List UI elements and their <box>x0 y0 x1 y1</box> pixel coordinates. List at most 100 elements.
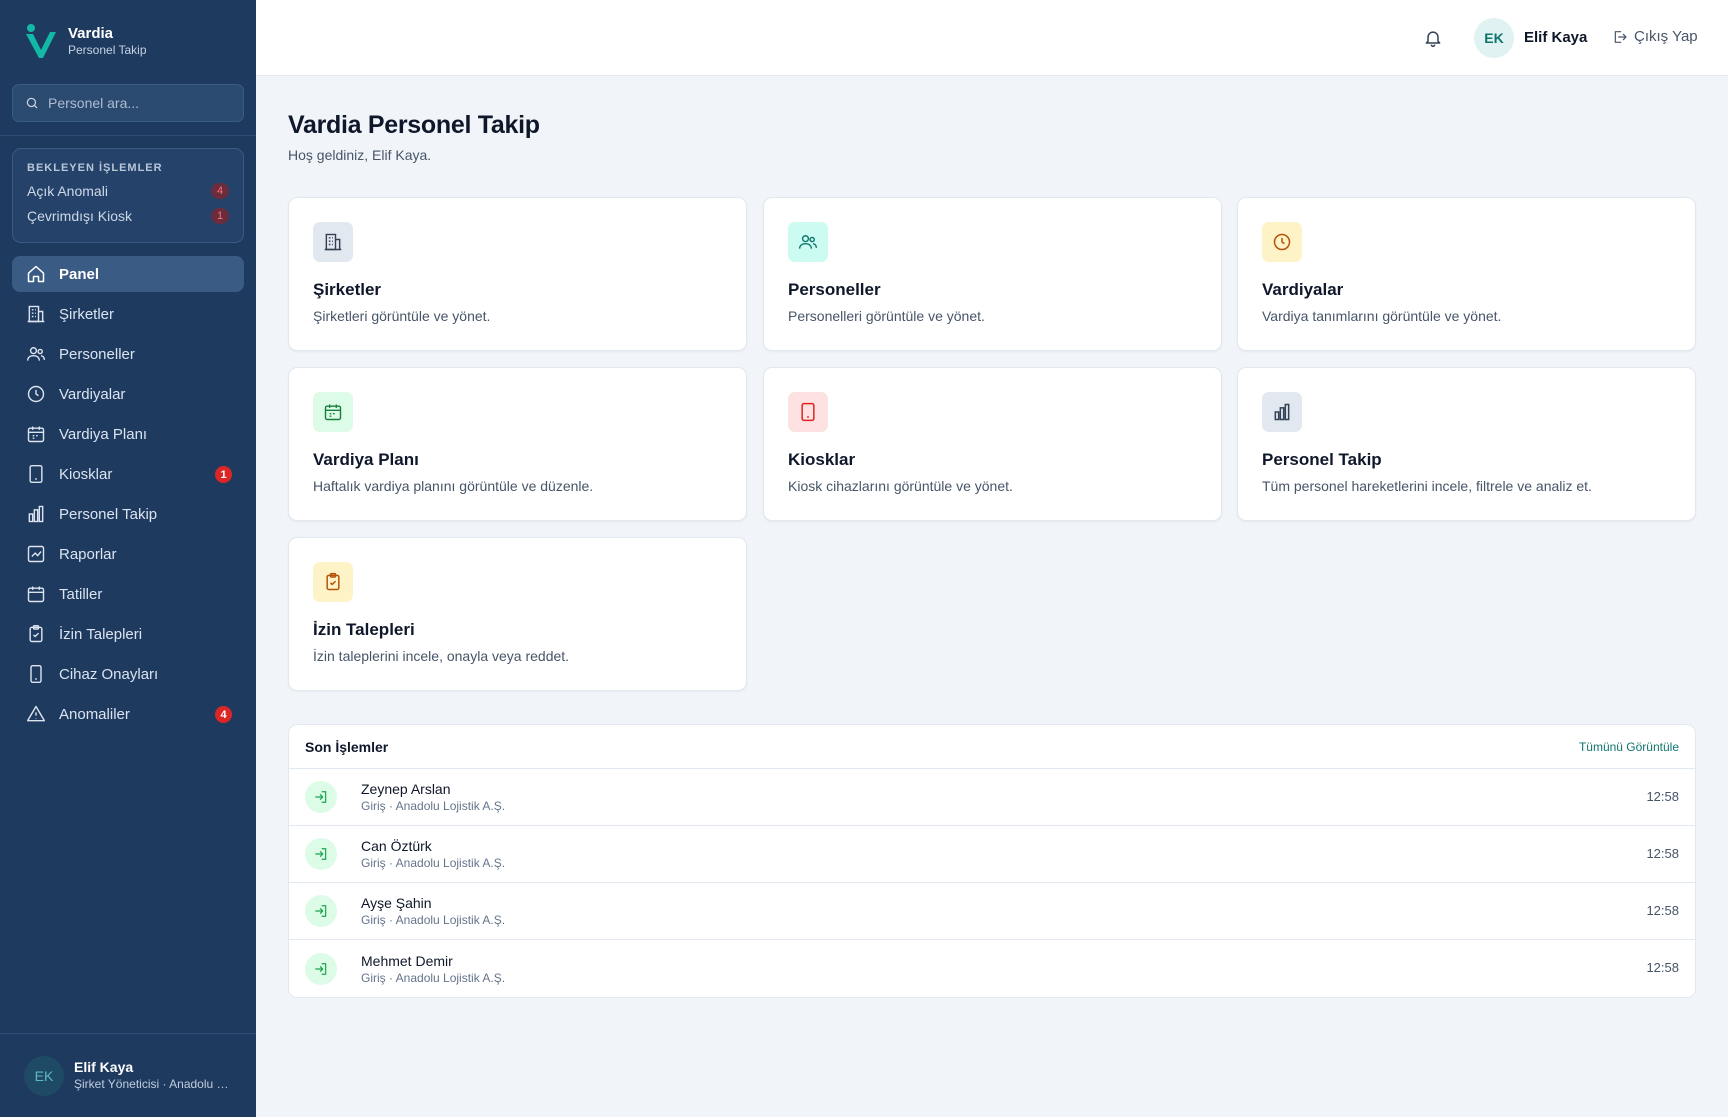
sidebar: Vardia Personel Takip BEKLEYEN İŞLEMLER … <box>0 0 256 1117</box>
sidebar-item-label: Vardiya Planı <box>59 425 148 443</box>
building-icon <box>26 304 46 324</box>
sidebar-item-izin-talepleri[interactable]: İzin Talepleri <box>12 616 244 652</box>
calendar-icon <box>26 584 46 604</box>
home-icon <box>26 264 46 284</box>
avatar[interactable]: EK <box>1474 18 1514 58</box>
pending-item-label: Çevrimdışı Kiosk <box>27 208 133 224</box>
card-description: Tüm personel hareketlerini incele, filtr… <box>1262 478 1592 494</box>
pending-title: BEKLEYEN İŞLEMLER <box>27 162 163 174</box>
sidebar-user-name: Elif Kaya <box>74 1059 134 1075</box>
sidebar-item-personel-takip[interactable]: Personel Takip <box>12 496 244 532</box>
sidebar-item-raporlar[interactable]: Raporlar <box>12 536 244 572</box>
activity-meta: Giriş · Anadolu Lojistik A.Ş. <box>361 970 506 985</box>
sidebar-item-label: Raporlar <box>59 545 117 563</box>
card-vardiyalar[interactable]: Vardiyalar Vardiya tanımlarını görüntüle… <box>1237 197 1696 351</box>
card-personel-takip[interactable]: Personel Takip Tüm personel hareketlerin… <box>1237 367 1696 521</box>
card-description: Kiosk cihazlarını görüntüle ve yönet. <box>788 478 1013 494</box>
activity-row[interactable]: Zeynep Arslan Giriş · Anadolu Lojistik A… <box>289 769 1695 826</box>
sidebar-item-label: Vardiyalar <box>59 385 126 403</box>
sidebar-item-label: Tatiller <box>59 585 103 603</box>
card-description: İzin taleplerini incele, onayla veya red… <box>313 648 570 664</box>
bell-icon[interactable] <box>1423 28 1443 48</box>
page-subtitle: Hoş geldiniz, Elif Kaya. <box>288 147 432 163</box>
avatar: EK <box>24 1055 64 1096</box>
logout-icon <box>1612 29 1628 45</box>
card-title: Personeller <box>788 280 881 299</box>
view-all-link[interactable]: Tümünü Görüntüle <box>1579 740 1679 754</box>
sidebar-item-kiosklar[interactable]: Kiosklar 1 <box>12 456 244 492</box>
card-title: Vardiyalar <box>1262 280 1344 299</box>
card-izin-talepleri[interactable]: İzin Talepleri İzin taleplerini incele, … <box>288 537 747 691</box>
pending-item-anomaly[interactable]: Açık Anomali 4 <box>27 183 229 199</box>
activity-row[interactable]: Ayşe Şahin Giriş · Anadolu Lojistik A.Ş.… <box>289 883 1695 940</box>
brand[interactable]: Vardia Personel Takip <box>24 22 147 60</box>
login-icon <box>305 895 337 927</box>
logout-button[interactable]: Çıkış Yap <box>1612 28 1698 45</box>
alert-triangle-icon <box>26 704 46 724</box>
bar-chart-icon <box>1262 392 1302 432</box>
users-icon <box>788 222 828 262</box>
card-sirketler[interactable]: Şirketler Şirketleri görüntüle ve yönet. <box>288 197 747 351</box>
divider <box>0 135 256 136</box>
login-icon <box>305 838 337 870</box>
activity-time: 12:58 <box>1646 789 1679 804</box>
brand-subtitle: Personel Takip <box>68 42 147 57</box>
page-title: Vardia Personel Takip <box>288 111 540 139</box>
activity-header: Son İşlemler Tümünü Görüntüle <box>289 725 1695 769</box>
pending-item-label: Açık Anomali <box>27 183 108 199</box>
sidebar-item-label: Panel <box>59 265 100 283</box>
activity-row[interactable]: Can Öztürk Giriş · Anadolu Lojistik A.Ş.… <box>289 826 1695 883</box>
sidebar-item-personeller[interactable]: Personeller <box>12 336 244 372</box>
clipboard-check-icon <box>313 562 353 602</box>
activity-meta: Giriş · Anadolu Lojistik A.Ş. <box>361 856 506 870</box>
card-title: Vardiya Planı <box>313 450 419 469</box>
building-icon <box>313 222 353 262</box>
sidebar-item-anomaliler[interactable]: Anomaliler 4 <box>12 696 244 732</box>
sidebar-item-label: Şirketler <box>59 305 115 323</box>
card-vardiya-plani[interactable]: Vardiya Planı Haftalık vardiya planını g… <box>288 367 747 521</box>
pending-item-offline-kiosk[interactable]: Çevrimdışı Kiosk 1 <box>27 208 229 224</box>
sidebar-item-cihaz-onaylari[interactable]: Cihaz Onayları <box>12 656 244 692</box>
recent-activity-panel: Son İşlemler Tümünü Görüntüle Zeynep Ars… <box>288 724 1696 998</box>
activity-name: Mehmet Demir <box>361 952 453 969</box>
user-name[interactable]: Elif Kaya <box>1524 29 1587 46</box>
activity-name: Can Öztürk <box>361 838 432 854</box>
card-title: Kiosklar <box>788 450 856 469</box>
activity-title: Son İşlemler <box>305 738 389 755</box>
sidebar-item-tatiller[interactable]: Tatiller <box>12 576 244 612</box>
clipboard-check-icon <box>26 624 46 644</box>
pending-count-badge: 1 <box>211 208 229 224</box>
activity-name: Ayşe Şahin <box>361 895 432 911</box>
card-description: Personelleri görüntüle ve yönet. <box>788 308 985 324</box>
tablet-icon <box>788 392 828 432</box>
login-icon <box>305 952 337 985</box>
smartphone-icon <box>26 664 46 684</box>
sidebar-item-label: Personel Takip <box>59 505 158 523</box>
brand-title: Vardia <box>68 24 114 42</box>
calendar-icon <box>313 392 353 432</box>
pending-count-badge: 4 <box>211 183 229 199</box>
sidebar-item-vardiyalar[interactable]: Vardiyalar <box>12 376 244 412</box>
card-kiosklar[interactable]: Kiosklar Kiosk cihazlarını görüntüle ve … <box>763 367 1222 521</box>
card-title: İzin Talepleri <box>313 620 415 639</box>
sidebar-item-vardiya-plani[interactable]: Vardiya Planı <box>12 416 244 452</box>
search-input[interactable] <box>48 95 228 111</box>
card-personeller[interactable]: Personeller Personelleri görüntüle ve yö… <box>763 197 1222 351</box>
sidebar-item-sirketler[interactable]: Şirketler <box>12 296 244 332</box>
topbar: EK Elif Kaya Çıkış Yap <box>256 0 1728 76</box>
sidebar-user[interactable]: EK Elif Kaya Şirket Yöneticisi · Anadolu… <box>0 1033 256 1117</box>
activity-row[interactable]: Mehmet Demir Giriş · Anadolu Lojistik A.… <box>289 940 1695 997</box>
sidebar-item-label: Cihaz Onayları <box>59 665 159 683</box>
sidebar-search <box>12 84 244 122</box>
calendar-icon <box>26 424 46 444</box>
tablet-icon <box>26 464 46 484</box>
sidebar-item-label: Kiosklar <box>59 465 113 483</box>
bar-chart-icon <box>26 504 46 524</box>
report-icon <box>26 544 46 564</box>
sidebar-item-label: İzin Talepleri <box>59 625 143 643</box>
clock-icon <box>26 384 46 404</box>
logout-label: Çıkış Yap <box>1634 28 1698 45</box>
sidebar-item-label: Personeller <box>59 345 135 363</box>
activity-meta: Giriş · Anadolu Lojistik A.Ş. <box>361 913 506 927</box>
sidebar-item-panel[interactable]: Panel <box>12 256 244 292</box>
